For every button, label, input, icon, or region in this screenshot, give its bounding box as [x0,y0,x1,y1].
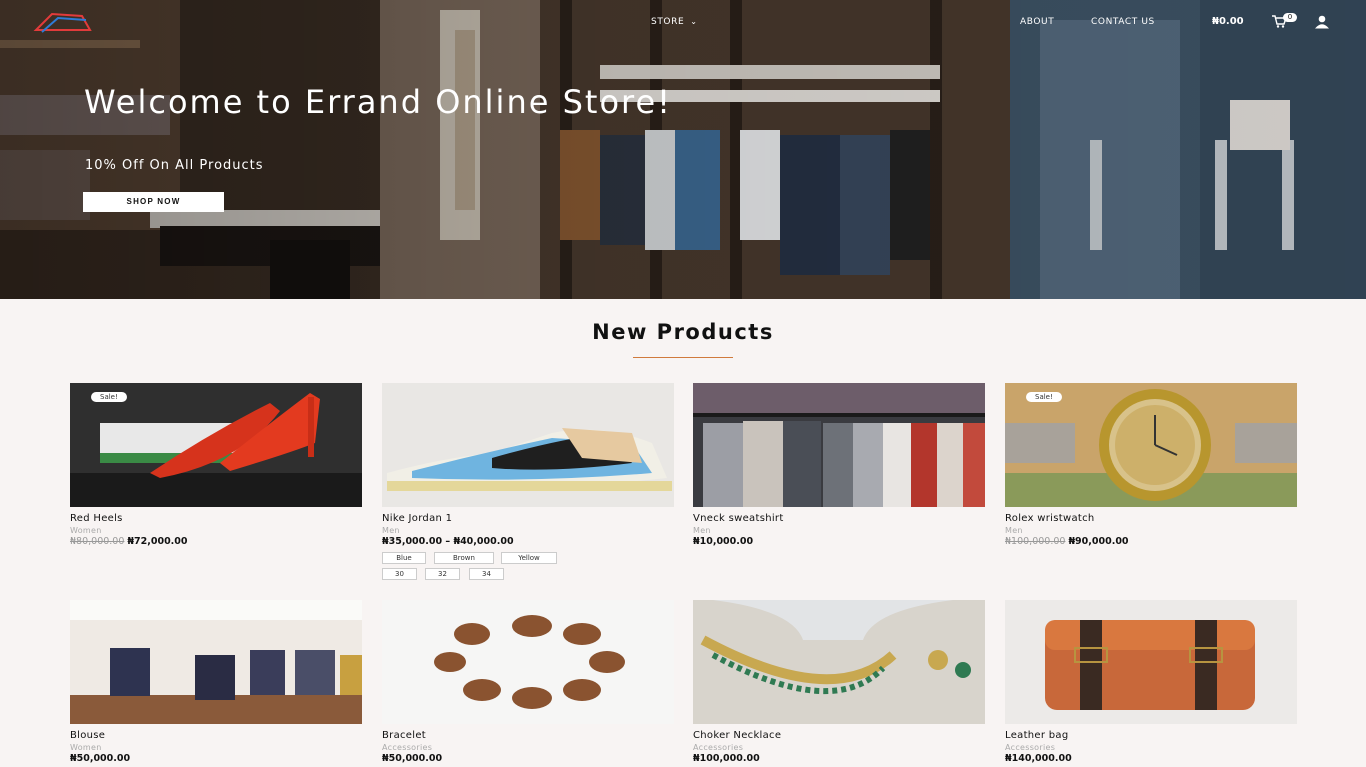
product-price: ₦100,000.00 ₦90,000.00 [1005,536,1129,547]
color-option-yellow[interactable]: Yellow [501,552,557,564]
size-option-34[interactable]: 34 [469,568,504,580]
nav-about[interactable]: ABOUT [1020,17,1054,27]
product-image-red-heels[interactable]: Sale! [70,383,362,507]
product-name[interactable]: Blouse [70,730,105,741]
title-underline [633,357,733,358]
store-logo[interactable] [32,8,94,36]
product-price: ₦80,000.00 ₦72,000.00 [70,536,188,547]
color-option-brown[interactable]: Brown [434,552,494,564]
sale-price: ₦90,000.00 [1068,536,1129,547]
product-category[interactable]: Men [693,526,711,535]
nav-contact-us[interactable]: CONTACT US [1091,17,1155,27]
size-option-32[interactable]: 32 [425,568,460,580]
product-name[interactable]: Nike Jordan 1 [382,513,452,524]
product-price: ₦35,000.00 – ₦40,000.00 [382,536,514,547]
product-category[interactable]: Accessories [382,743,432,752]
product-category[interactable]: Accessories [693,743,743,752]
product-name[interactable]: Leather bag [1005,730,1069,741]
cart-total[interactable]: ₦0.00 [1212,16,1244,27]
color-option-blue[interactable]: Blue [382,552,426,564]
product-category[interactable]: Women [70,526,102,535]
original-price: ₦100,000.00 [1005,536,1066,547]
product-category[interactable]: Men [382,526,400,535]
nav-store-label: STORE [651,17,685,27]
product-name[interactable]: Bracelet [382,730,426,741]
shop-now-button[interactable]: SHOP NOW [83,192,224,212]
sale-badge: Sale! [1026,392,1062,402]
product-price: ₦100,000.00 [693,753,760,764]
product-image-vneck-sweatshirt[interactable] [693,383,985,507]
product-name[interactable]: Rolex wristwatch [1005,513,1095,524]
product-category[interactable]: Accessories [1005,743,1055,752]
product-price: ₦140,000.00 [1005,753,1072,764]
chevron-down-icon: ⌄ [690,17,698,26]
user-account-icon[interactable] [1314,15,1330,29]
product-category[interactable]: Men [1005,526,1023,535]
product-price: ₦50,000.00 [382,753,443,764]
product-image-nike-jordan-1[interactable] [382,383,674,507]
product-name[interactable]: Vneck sweatshirt [693,513,784,524]
cart-count-badge: 0 [1283,13,1297,22]
size-option-30[interactable]: 30 [382,568,417,580]
sale-price: ₦72,000.00 [127,536,188,547]
product-name[interactable]: Red Heels [70,513,123,524]
product-price: ₦50,000.00 [70,753,131,764]
hero-title: Welcome to Errand Online Store! [84,83,672,121]
product-category[interactable]: Women [70,743,102,752]
original-price: ₦80,000.00 [70,536,125,547]
product-name[interactable]: Choker Necklace [693,730,781,741]
product-image-blouse[interactable] [70,600,362,724]
section-title: New Products [592,320,774,344]
product-image-bracelet[interactable] [382,600,674,724]
sale-badge: Sale! [91,392,127,402]
product-price: ₦10,000.00 [693,536,754,547]
hero-banner: STORE ⌄ ABOUT CONTACT US ₦0.00 0 Welcome … [0,0,1366,299]
product-image-leather-bag[interactable] [1005,600,1297,724]
hero-subtitle: 10% Off On All Products [85,158,264,173]
nav-store[interactable]: STORE ⌄ [651,17,698,27]
product-image-choker-necklace[interactable] [693,600,985,724]
product-image-rolex-wristwatch[interactable]: Sale! [1005,383,1297,507]
hero-overlay [0,0,1366,299]
